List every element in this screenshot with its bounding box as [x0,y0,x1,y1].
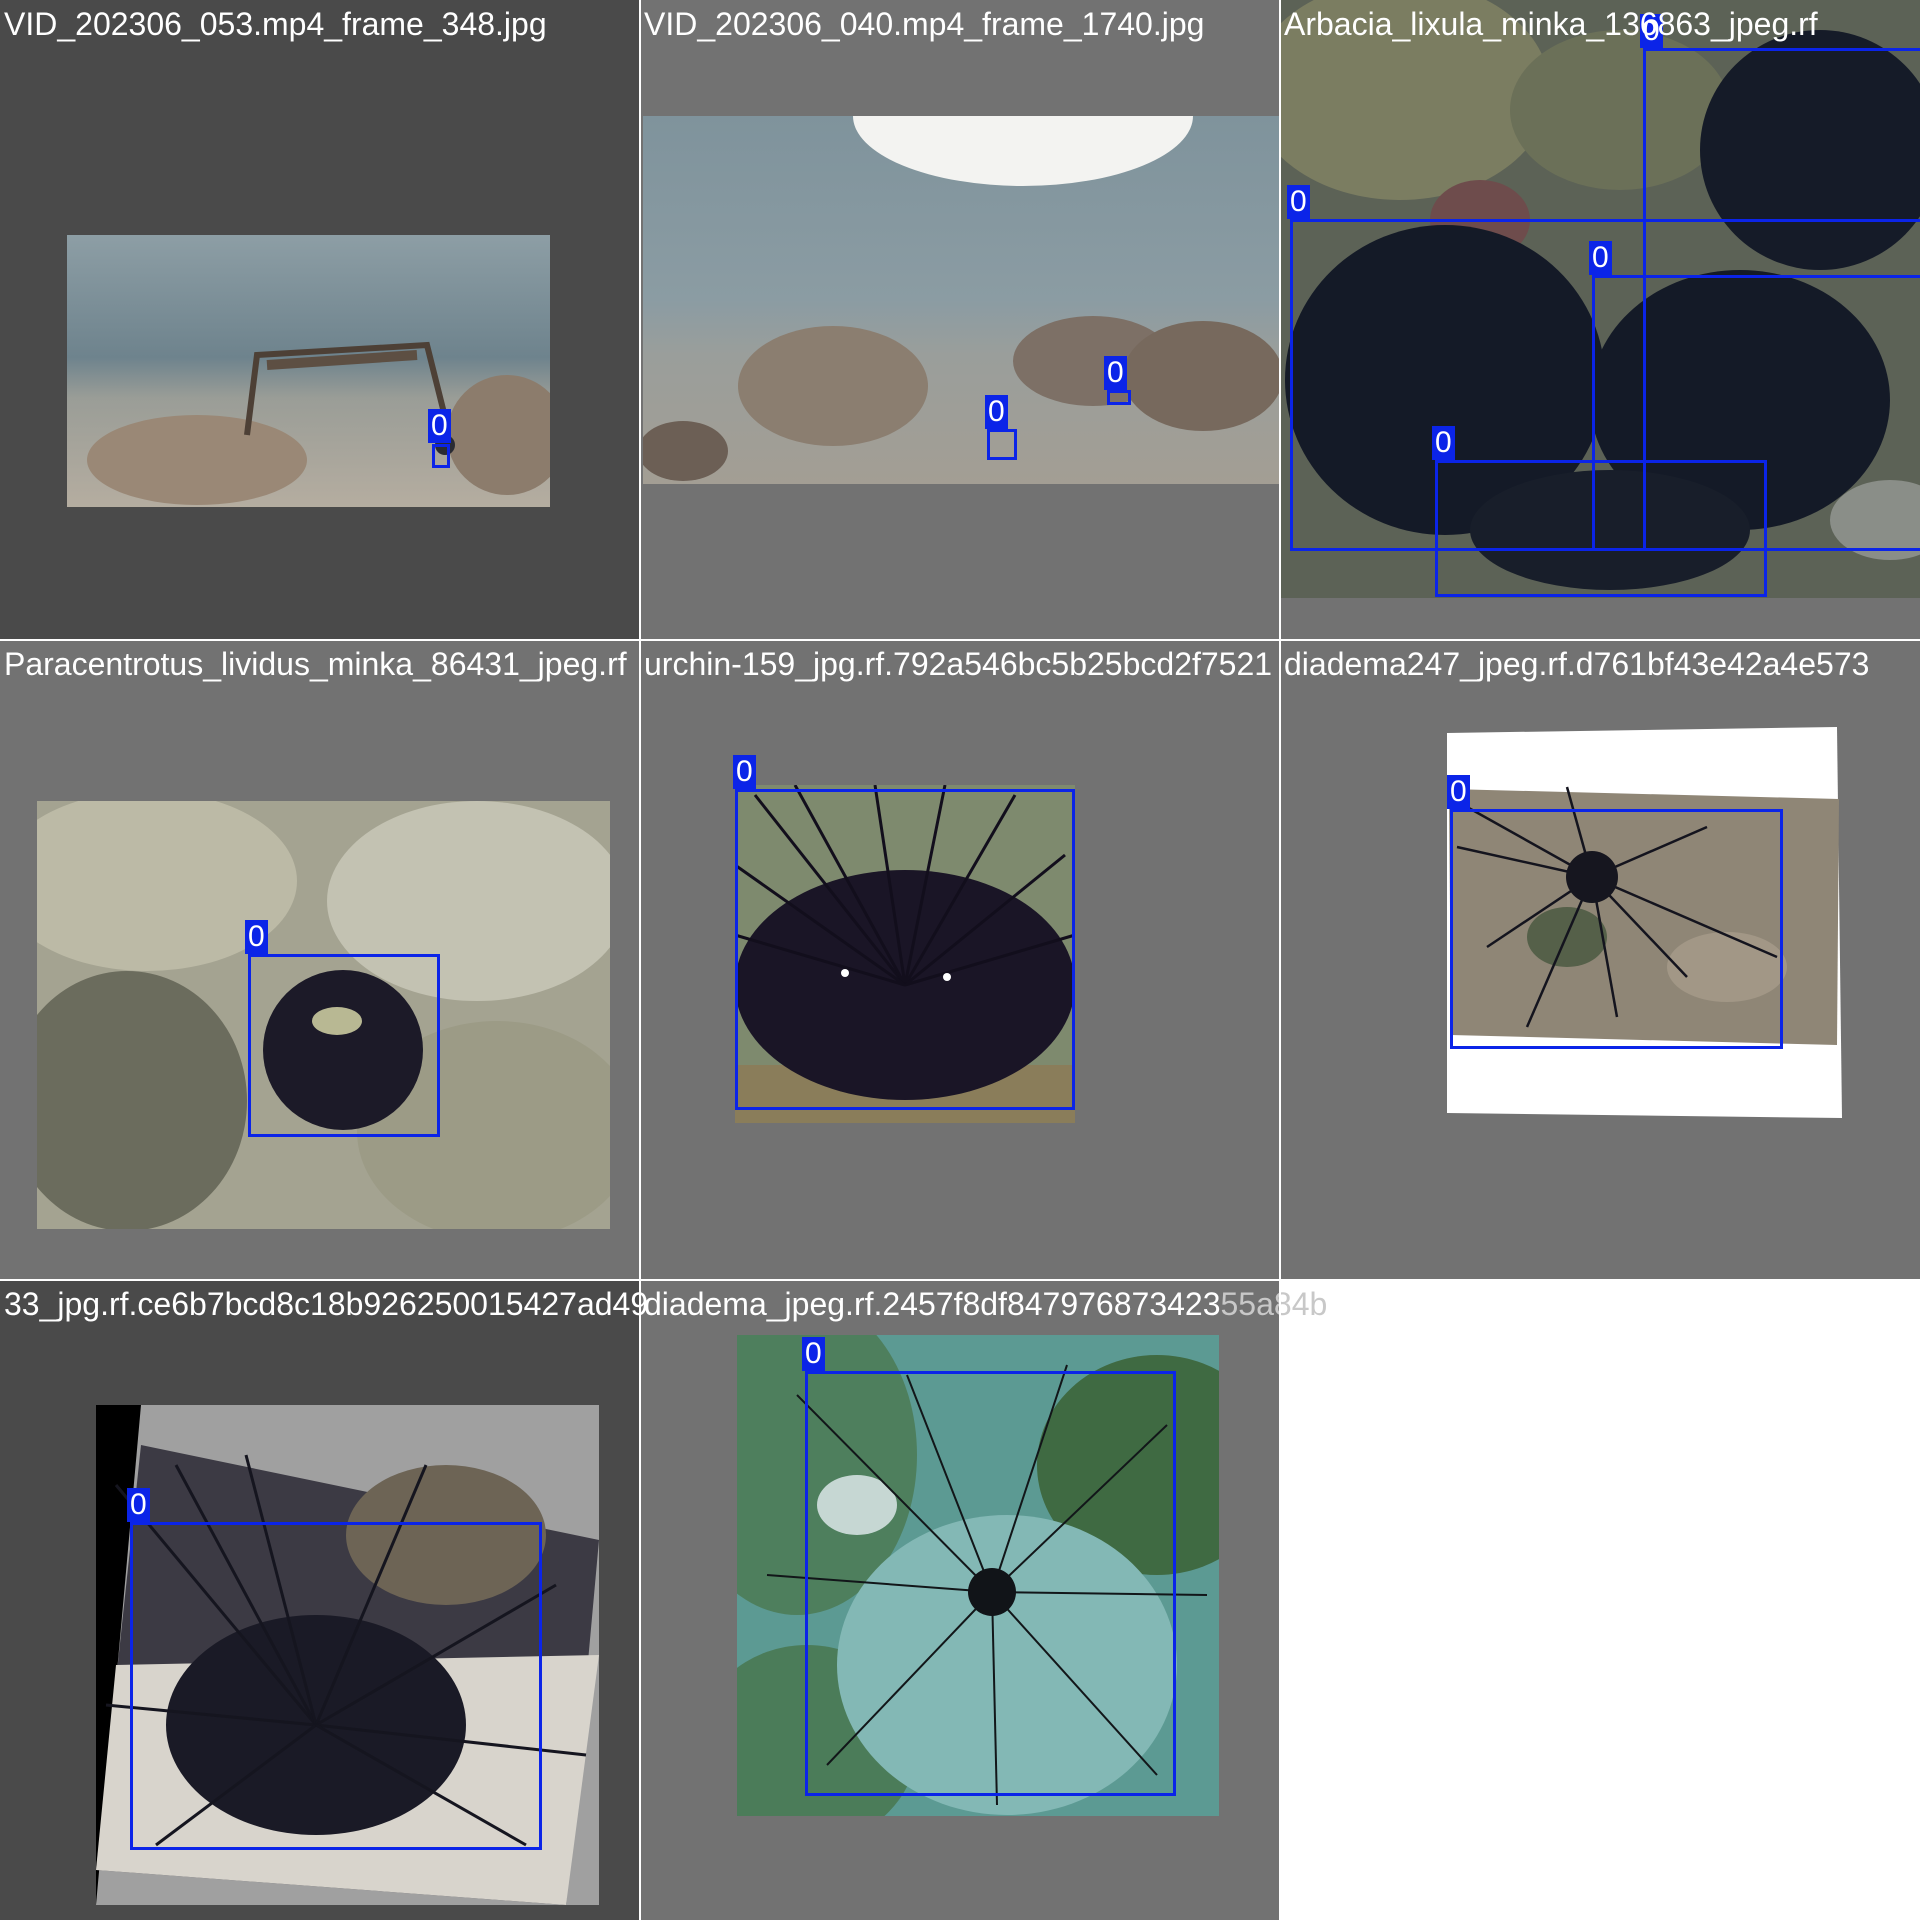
grid-divider [0,639,1920,641]
class-label: 0 [1589,241,1612,275]
bounding-box [805,1371,1176,1796]
class-label: 0 [1447,775,1470,809]
class-label: 0 [127,1488,150,1522]
class-label: 0 [733,755,756,789]
mosaic-tile-4: 0 [0,640,640,1280]
tile-filename: diadema247_jpeg.rf.d761bf43e42a4e573 [1284,646,1870,682]
class-label: 0 [245,920,268,954]
bounding-box [248,954,440,1137]
bounding-box [432,444,450,468]
mosaic-tile-3: 0 0 0 0 [1280,0,1920,640]
grid-divider [0,1279,1920,1281]
class-label: 0 [802,1337,825,1371]
class-label: 0 [1104,356,1127,390]
tile-filename-overflow: 55a84b [1220,1286,1328,1322]
tile-filename: VID_202306_053.mp4_frame_348.jpg [4,6,547,42]
mosaic-tile-empty [1280,1280,1920,1920]
class-label: 0 [985,395,1008,429]
mosaic-tile-2: 0 0 [640,0,1280,640]
class-label: 0 [1432,426,1455,460]
tile-filename-main: diadema_jpeg.rf.2457f8df847976873423 [644,1286,1221,1322]
bounding-box [1435,460,1767,597]
mosaic-tile-7: 0 [0,1280,640,1920]
bounding-box [1107,390,1131,405]
grid-divider [639,0,641,1920]
class-label: 0 [428,409,451,443]
mosaic-tile-8: 0 [640,1280,1280,1920]
tile-filename: Arbacia_lixula_minka_136863_jpeg.rf [1284,6,1818,42]
tile-filename: Paracentrotus_lividus_minka_86431_jpeg.r… [4,646,627,682]
bounding-box [735,789,1075,1110]
mosaic-grid: 0 0 0 0 0 0 0 0 0 0 0 0 VID_202306_053.m… [0,0,1920,1920]
tile-image [643,116,1280,484]
mosaic-tile-1: 0 [0,0,640,640]
tile-filename: urchin-159_jpg.rf.792a546bc5b25bcd2f7521 [644,646,1273,682]
mosaic-tile-5: 0 [640,640,1280,1280]
grid-divider [1279,0,1281,1920]
tile-filename: VID_202306_040.mp4_frame_1740.jpg [644,6,1205,42]
tile-image [67,235,550,507]
bounding-box [987,429,1017,460]
bounding-box [1450,809,1783,1049]
tile-filename: 33_jpg.rf.ce6b7bcd8c18b926250015427ad49 [4,1286,649,1322]
mosaic-tile-6: 0 [1280,640,1920,1280]
tile-filename: diadema_jpeg.rf.2457f8df84797687342355a8… [644,1284,1327,1324]
bounding-box [130,1522,542,1850]
class-label: 0 [1287,185,1310,219]
